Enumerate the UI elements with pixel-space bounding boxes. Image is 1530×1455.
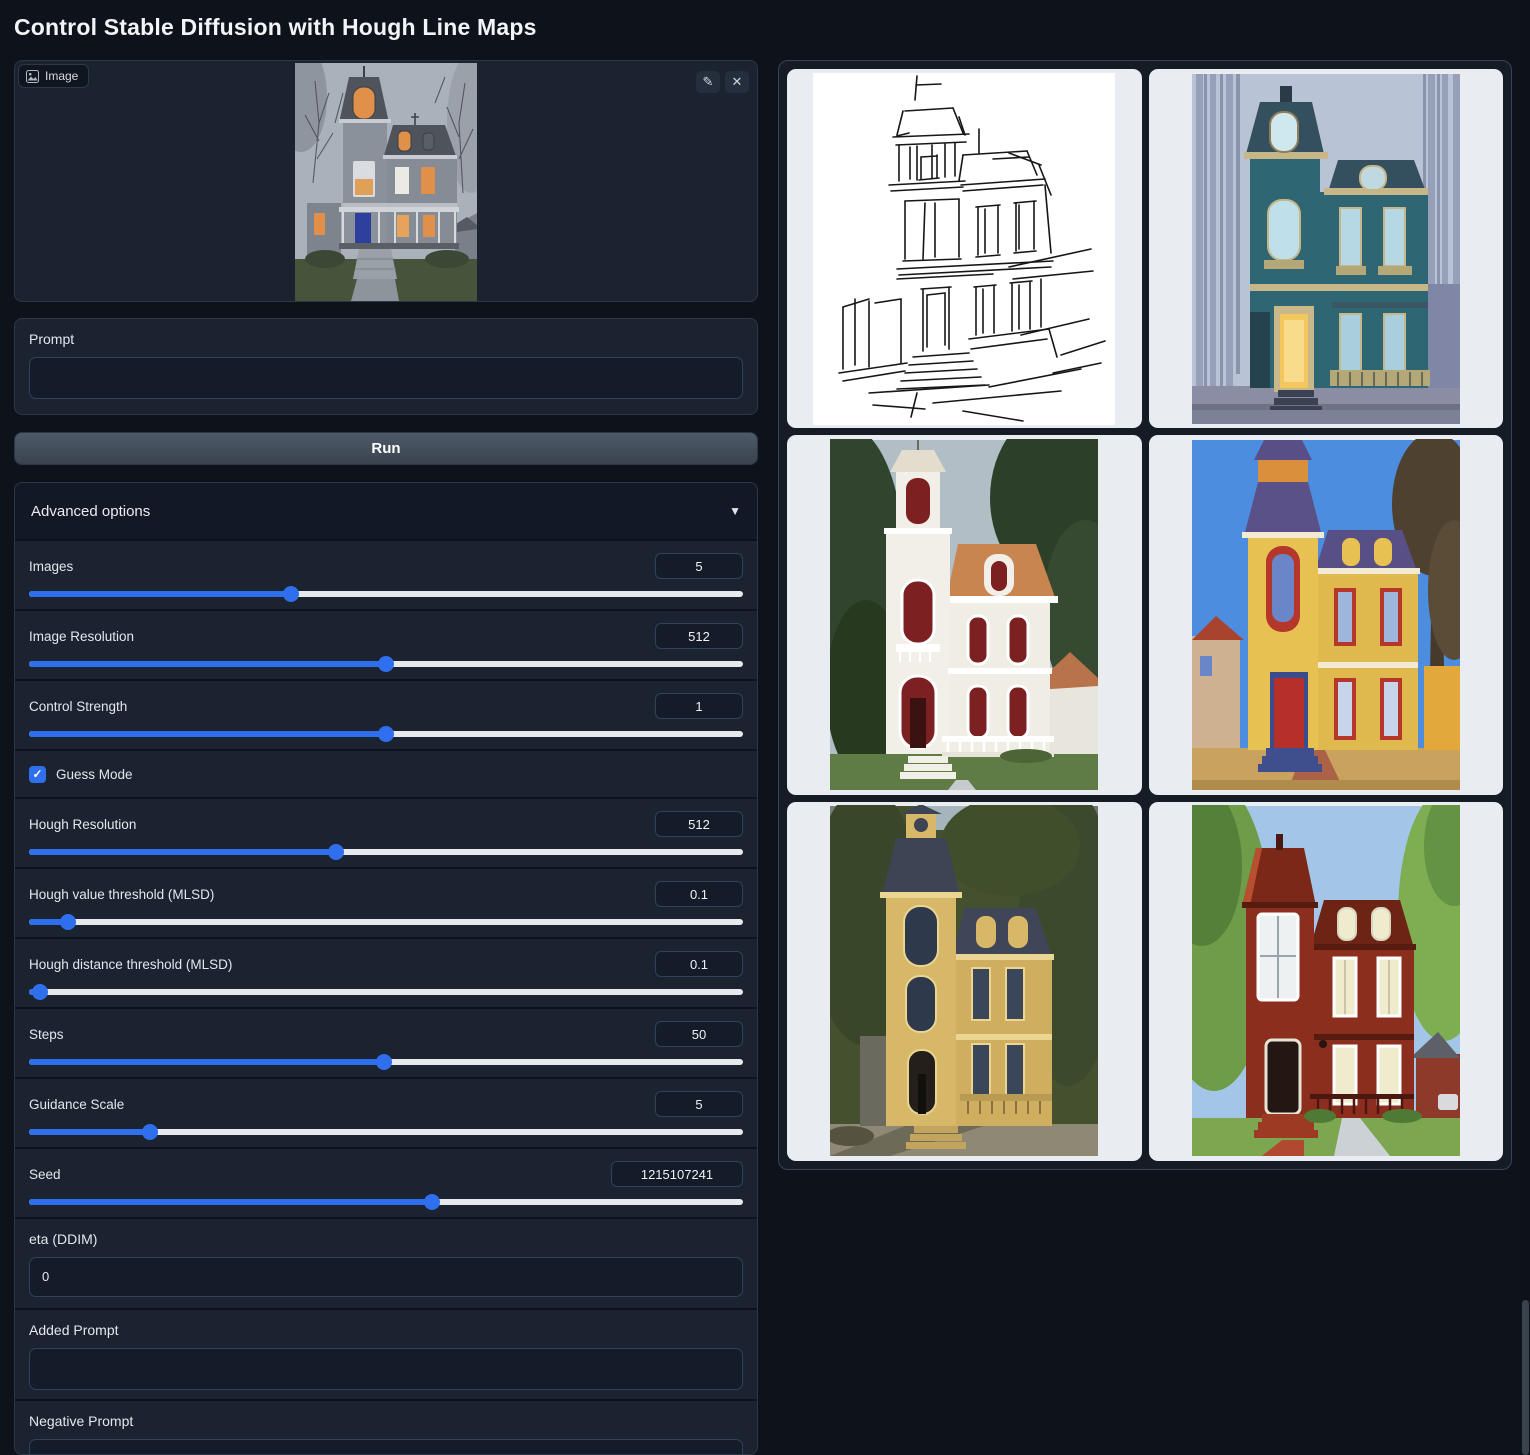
slider-track[interactable] (29, 1129, 743, 1135)
guess-mode-label: Guess Mode (56, 767, 133, 782)
slider-label: Hough distance threshold (MLSD) (29, 957, 232, 972)
gallery-item-golden-victorian[interactable] (787, 802, 1142, 1161)
slider-thumb[interactable] (424, 1194, 440, 1210)
negative-prompt-row: Negative Prompt (15, 1399, 757, 1455)
slider-track[interactable] (29, 989, 743, 995)
slider-thumb[interactable] (32, 984, 48, 1000)
slider-row-images: Images 5 (15, 539, 757, 609)
slider-label: Steps (29, 1027, 64, 1042)
chevron-down-icon: ▼ (729, 504, 741, 518)
prompt-label: Prompt (29, 331, 743, 347)
page-title: Control Stable Diffusion with Hough Line… (14, 14, 537, 41)
slider-thumb[interactable] (328, 844, 344, 860)
slider-label: Hough Resolution (29, 817, 136, 832)
slider-label: Control Strength (29, 699, 127, 714)
slider-track[interactable] (29, 661, 743, 667)
gallery-item-white-victorian[interactable] (787, 435, 1142, 794)
slider-label: Seed (29, 1167, 61, 1182)
edit-image-button[interactable]: ✎ (696, 71, 720, 93)
scrollbar-thumb[interactable] (1522, 1300, 1529, 1455)
clear-image-button[interactable]: ✕ (725, 71, 749, 93)
image-icon (26, 70, 39, 83)
gallery-item-teal-victorian[interactable] (1149, 69, 1504, 428)
slider-track[interactable] (29, 919, 743, 925)
slider-row-hough-resolution: Hough Resolution 512 (15, 797, 757, 867)
slider-row-image-resolution: Image Resolution 512 (15, 609, 757, 679)
advanced-options-title: Advanced options (31, 503, 150, 520)
slider-row-seed: Seed 1215107241 (15, 1147, 757, 1217)
run-button[interactable]: Run (14, 432, 758, 465)
victorian-house-photo (295, 63, 477, 301)
check-icon: ✓ (32, 767, 42, 781)
slider-thumb[interactable] (378, 726, 394, 742)
gallery-item-yellow-purple-victorian[interactable] (1149, 435, 1504, 794)
slider-row-hough-distance-threshold: Hough distance threshold (MLSD) 0.1 (15, 937, 757, 1007)
slider-track[interactable] (29, 591, 743, 597)
guess-mode-row: ✓ Guess Mode (15, 749, 757, 797)
negative-prompt-label: Negative Prompt (29, 1413, 743, 1429)
slider-row-steps: Steps 50 (15, 1007, 757, 1077)
slider-row-control-strength: Control Strength 1 (15, 679, 757, 749)
prompt-block: Prompt (14, 318, 758, 415)
close-icon: ✕ (732, 74, 743, 90)
teal-victorian-image (1192, 73, 1460, 425)
slider-thumb[interactable] (376, 1054, 392, 1070)
guess-mode-checkbox[interactable]: ✓ (29, 766, 46, 783)
slider-number-input[interactable]: 512 (655, 811, 743, 837)
slider-number-input[interactable]: 1215107241 (611, 1161, 743, 1187)
slider-row-hough-value-threshold: Hough value threshold (MLSD) 0.1 (15, 867, 757, 937)
slider-number-input[interactable]: 5 (655, 553, 743, 579)
gallery-item-red-brick-victorian[interactable] (1149, 802, 1504, 1161)
gallery-item-hough-line-map[interactable] (787, 69, 1142, 428)
advanced-options-panel: Advanced options ▼ Images 5 Image Resolu… (14, 482, 758, 1455)
eta-row: eta (DDIM) 0 (15, 1217, 757, 1308)
yellow-purple-victorian-image (1192, 439, 1460, 791)
slider-label: Hough value threshold (MLSD) (29, 887, 214, 902)
eta-input[interactable]: 0 (29, 1257, 743, 1297)
pencil-icon: ✎ (703, 74, 714, 90)
red-brick-victorian-image (1192, 805, 1460, 1157)
input-image-victorian-house-photo[interactable] (295, 63, 477, 301)
slider-number-input[interactable]: 0.1 (655, 951, 743, 977)
image-tab-label: Image (45, 69, 78, 83)
slider-number-input[interactable]: 512 (655, 623, 743, 649)
slider-number-input[interactable]: 1 (655, 693, 743, 719)
image-tab[interactable]: Image (18, 64, 89, 88)
golden-victorian-image (830, 805, 1098, 1157)
slider-thumb[interactable] (378, 656, 394, 672)
added-prompt-row: Added Prompt (15, 1308, 757, 1399)
slider-number-input[interactable]: 5 (655, 1091, 743, 1117)
slider-row-guidance-scale: Guidance Scale 5 (15, 1077, 757, 1147)
negative-prompt-input[interactable] (29, 1439, 743, 1455)
slider-label: Images (29, 559, 73, 574)
prompt-input[interactable] (29, 357, 743, 399)
output-gallery (778, 60, 1512, 1170)
slider-label: Image Resolution (29, 629, 134, 644)
advanced-options-header[interactable]: Advanced options ▼ (15, 483, 757, 539)
added-prompt-input[interactable] (29, 1348, 743, 1390)
slider-label: Guidance Scale (29, 1097, 124, 1112)
slider-track[interactable] (29, 731, 743, 737)
hough-line-map-image (813, 73, 1115, 425)
eta-label: eta (DDIM) (29, 1231, 743, 1247)
slider-thumb[interactable] (142, 1124, 158, 1140)
slider-number-input[interactable]: 0.1 (655, 881, 743, 907)
slider-track[interactable] (29, 1199, 743, 1205)
slider-thumb[interactable] (283, 586, 299, 602)
slider-thumb[interactable] (60, 914, 76, 930)
image-input-panel: Image ✎ ✕ (14, 60, 758, 302)
added-prompt-label: Added Prompt (29, 1322, 743, 1338)
slider-track[interactable] (29, 849, 743, 855)
slider-track[interactable] (29, 1059, 743, 1065)
page-scrollbar[interactable] (1521, 0, 1530, 1455)
white-victorian-image (830, 439, 1098, 791)
slider-number-input[interactable]: 50 (655, 1021, 743, 1047)
